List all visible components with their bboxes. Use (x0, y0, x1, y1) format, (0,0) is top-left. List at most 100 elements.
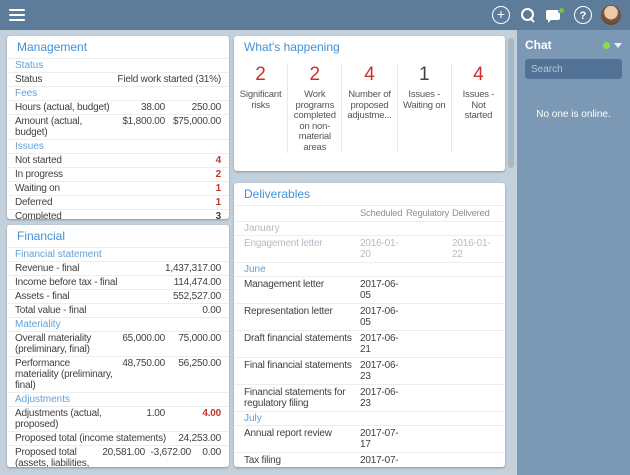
management-card: Management Status Status Field work star… (7, 36, 229, 219)
performance-materiality-row: Performance materiality (preliminary, fi… (7, 356, 229, 392)
help-icon[interactable] (574, 6, 592, 24)
deliverable-row-engagement-letter: Engagement letter 2016-01-20 2016-01-22 (234, 235, 505, 262)
scheduled-date: 2017-06-21 (360, 333, 405, 355)
stat-issues-waiting-on[interactable]: 1 Issues - Waiting on (397, 64, 451, 153)
row-label: Deferred (15, 197, 212, 208)
issue-count: 4 (216, 155, 221, 166)
row-label: Total value - final (15, 305, 198, 316)
value-preliminary: 48,750.00 (119, 358, 165, 369)
issue-row-deferred: Deferred 1 (7, 195, 229, 209)
scheduled-date: 2017-07-28 (360, 455, 405, 467)
issue-row-completed: Completed 3 (7, 209, 229, 219)
presence-dot-icon (603, 42, 610, 49)
regulatory-date (406, 238, 451, 260)
stat-value: 4 (457, 64, 500, 86)
row-value: 0.00 (202, 305, 221, 316)
hours-row: Hours (actual, budget) 38.00 250.00 (7, 100, 229, 114)
column-delivered: Delivered (452, 208, 497, 219)
regulatory-date (406, 279, 451, 301)
stat-work-programs[interactable]: 2 Work programs completed on non-materia… (287, 64, 341, 153)
chevron-down-icon[interactable] (614, 43, 622, 48)
stat-label: Issues - Not started (457, 90, 500, 122)
deliverable-name: Financial statements for regulatory fili… (244, 387, 359, 409)
chat-search-box (525, 59, 622, 79)
delivered-date (452, 387, 497, 409)
row-label: Revenue - final (15, 263, 161, 274)
issue-count: 1 (216, 197, 221, 208)
vertical-scrollbar[interactable] (508, 38, 514, 168)
hours-actual: 38.00 (119, 102, 165, 113)
section-financial-statement: Financial statement (7, 247, 229, 261)
topbar-actions (492, 5, 621, 25)
row-label: Proposed total (income statements) (15, 433, 174, 444)
income-row: Income before tax - final 114,474.00 (7, 275, 229, 289)
hours-budget: 250.00 (169, 102, 221, 113)
messages-icon[interactable] (546, 6, 565, 25)
chat-search-input[interactable] (531, 64, 616, 75)
stat-proposed-adjustments[interactable]: 4 Number of proposed adjustme... (341, 64, 396, 153)
search-icon[interactable] (519, 6, 537, 24)
card-title-financial: Financial (7, 225, 229, 247)
revenue-row: Revenue - final 1,437,317.00 (7, 261, 229, 275)
proposed-total-assets-row: Proposed total (assets, liabilities, equ… (7, 445, 229, 467)
stat-issues-not-started[interactable]: 4 Issues - Not started (451, 64, 505, 153)
scheduled-date: 2017-06-23 (360, 360, 405, 382)
add-icon[interactable] (492, 6, 510, 24)
issue-row-waiting-on: Waiting on 1 (7, 181, 229, 195)
regulatory-date (406, 360, 451, 382)
stat-value: 1 (403, 64, 446, 86)
delivered-date (452, 333, 497, 355)
regulatory-date (406, 387, 451, 409)
deliverables-column-headers: Scheduled Regulatory Delivered (234, 205, 505, 221)
assets-row: Assets - final 552,527.00 (7, 289, 229, 303)
financial-card: Financial Financial statement Revenue - … (7, 225, 229, 467)
user-avatar[interactable] (601, 5, 621, 25)
delivered-date: 2016-01-22 (452, 238, 497, 260)
card-title-management: Management (7, 36, 229, 58)
value-actual: 1.00 (119, 408, 165, 419)
row-label: Overall materiality (preliminary, final) (15, 333, 115, 355)
delivered-date (452, 455, 497, 467)
regulatory-date (406, 306, 451, 328)
online-dot-icon (558, 7, 565, 14)
proposed-total-income-row: Proposed total (income statements) 24,25… (7, 431, 229, 445)
row-label: Hours (actual, budget) (15, 102, 115, 113)
deliverable-row-management-letter: Management letter 2017-06-05 (234, 276, 505, 303)
scheduled-date: 2017-06-05 (360, 306, 405, 328)
deliverable-row-tax-filing: Tax filing 2017-07-28 (234, 452, 505, 467)
stat-significant-risks[interactable]: 2 Significant risks (234, 64, 287, 153)
menu-icon[interactable] (9, 6, 27, 24)
stats-strip: 2 Significant risks 2 Work programs comp… (234, 58, 505, 157)
row-label: Not started (15, 155, 212, 166)
regulatory-date (406, 333, 451, 355)
scheduled-date: 2017-07-17 (360, 428, 405, 450)
stat-label: Significant risks (239, 90, 282, 111)
row-value: 24,253.00 (178, 433, 221, 444)
issue-count: 1 (216, 183, 221, 194)
scheduled-date: 2017-06-05 (360, 279, 405, 301)
value-final: 75,000.00 (169, 333, 221, 344)
stat-label: Work programs completed on non-material … (293, 90, 336, 153)
month-header-january: January (234, 221, 505, 235)
deliverable-row-annual-report-review: Annual report review 2017-07-17 (234, 425, 505, 452)
row-label: In progress (15, 169, 212, 180)
regulatory-date (406, 455, 451, 467)
status-row: Status Field work started (31%) (7, 72, 229, 86)
chat-header: Chat (517, 30, 630, 59)
stat-label: Issues - Waiting on (403, 90, 446, 111)
month-header-june: June (234, 262, 505, 276)
amount-actual: $1,800.00 (119, 116, 165, 127)
row-value: 552,527.00 (173, 291, 221, 302)
row-value: 1,437,317.00 (165, 263, 221, 274)
value-final: 56,250.00 (169, 358, 221, 369)
chat-status-text: No one is online. (517, 109, 630, 120)
row-value: 114,474.00 (174, 277, 221, 288)
amount-budget: $75,000.00 (169, 116, 221, 127)
row-label: Income before tax - final (15, 277, 170, 288)
column-scheduled: Scheduled (360, 208, 405, 219)
scheduled-date: 2016-01-20 (360, 238, 405, 260)
deliverable-name: Final financial statements (244, 360, 359, 382)
row-label: Assets - final (15, 291, 169, 302)
deliverable-name: Annual report review (244, 428, 359, 450)
chat-panel: Chat No one is online. (517, 30, 630, 475)
